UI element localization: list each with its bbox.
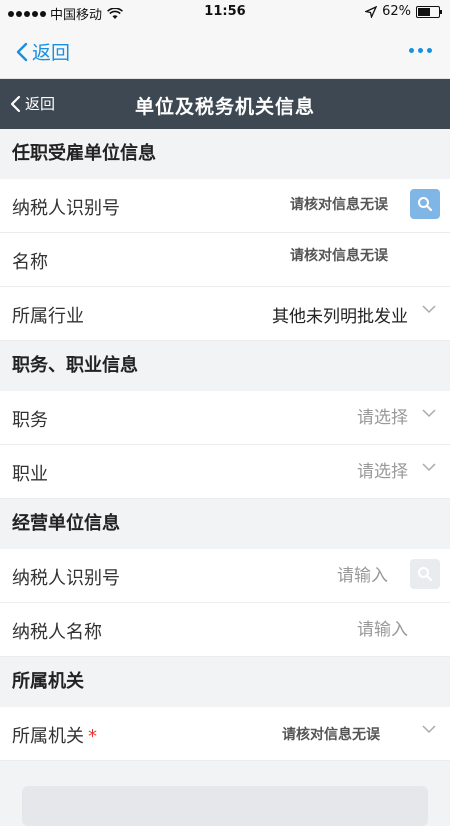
section-employer-title: 任职受雇单位信息 [0, 129, 450, 179]
footer-area [0, 761, 450, 826]
chevron-down-icon [422, 725, 436, 734]
section-business-title: 经营单位信息 [0, 499, 450, 549]
chevron-down-icon [422, 305, 436, 314]
field-label: 职业 [12, 464, 48, 485]
business-search-button[interactable] [410, 559, 440, 589]
field-label: 纳税人识别号 [12, 198, 120, 219]
battery-icon [416, 5, 442, 18]
employer-name-row: 名称 请核对信息无误 [0, 233, 450, 287]
search-icon [418, 567, 433, 582]
required-mark: * [88, 726, 97, 747]
employer-taxpayer-id-value: 请核对信息无误 [290, 197, 388, 213]
occupation-value: 请选择 [357, 462, 408, 482]
page-title: 单位及税务机关信息 [134, 96, 315, 118]
business-taxpayer-name-input[interactable]: 请输入 [357, 615, 408, 640]
status-bar: 中国移动 11:56 62% [0, 0, 450, 24]
occupation-row[interactable]: 职业 请选择 [0, 445, 450, 499]
employer-taxpayer-id-row: 纳税人识别号 请核对信息无误 [0, 179, 450, 233]
submit-button[interactable] [22, 786, 428, 826]
duty-value: 请选择 [357, 408, 408, 428]
business-taxpayer-name-row[interactable]: 纳税人名称 请输入 [0, 603, 450, 657]
field-label: 纳税人识别号 [12, 568, 120, 589]
battery-percent: 62% [382, 4, 411, 19]
section-position-title: 职务、职业信息 [0, 341, 450, 391]
business-taxpayer-id-row[interactable]: 纳税人识别号 请输入 [0, 549, 450, 603]
app-nav-bar: 返回 单位及税务机关信息 [0, 79, 450, 129]
employer-search-button[interactable] [410, 189, 440, 219]
top-back-label: 返回 [32, 42, 71, 64]
field-label: 纳税人名称 [12, 622, 102, 643]
location-arrow-icon [365, 5, 378, 18]
field-label: 所属机关 * [12, 726, 97, 747]
authority-row[interactable]: 所属机关 * 请核对信息无误 [0, 707, 450, 761]
field-label: 所属行业 [12, 306, 84, 327]
duty-row[interactable]: 职务 请选择 [0, 391, 450, 445]
employer-industry-row[interactable]: 所属行业 其他未列明批发业 [0, 287, 450, 341]
search-icon [418, 197, 433, 212]
chevron-down-icon [422, 409, 436, 418]
more-menu-icon[interactable] [409, 48, 432, 53]
top-nav-bar: 返回 [0, 24, 450, 79]
field-label: 职务 [12, 410, 48, 431]
industry-value: 其他未列明批发业 [272, 307, 408, 327]
chevron-down-icon [422, 463, 436, 472]
authority-value: 请核对信息无误 [282, 727, 380, 743]
field-label: 名称 [12, 252, 48, 273]
section-authority-title: 所属机关 [0, 657, 450, 707]
employer-name-value: 请核对信息无误 [290, 248, 388, 264]
business-taxpayer-id-input[interactable]: 请输入 [337, 561, 388, 586]
top-back-button[interactable]: 返回 [16, 38, 70, 65]
chevron-left-icon [16, 42, 28, 61]
